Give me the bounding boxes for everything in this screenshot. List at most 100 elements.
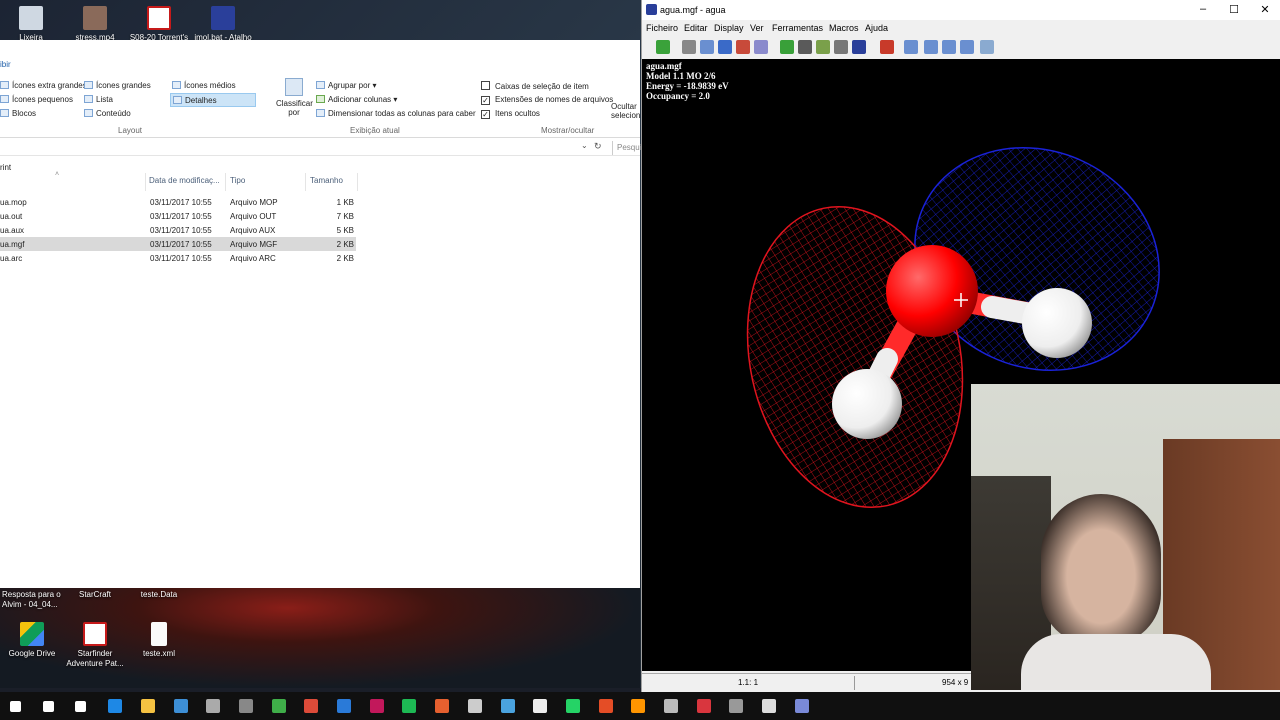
layout-option[interactable]: Ícones médios	[172, 81, 236, 90]
column-header-date[interactable]: Data de modificaç...	[149, 176, 220, 185]
refresh-icon[interactable]: ↻	[594, 141, 602, 152]
first-frame-icon[interactable]	[904, 40, 918, 54]
menu-display[interactable]: Display	[714, 23, 744, 33]
column-header-size[interactable]: Tamanho	[310, 176, 343, 185]
layout-option-selected[interactable]: Detalhes	[170, 93, 256, 107]
desktop-file-label[interactable]: StarCraft	[60, 590, 130, 600]
menu-ficheiro[interactable]: Ficheiro	[646, 23, 678, 33]
open-icon[interactable]	[656, 40, 670, 54]
item-checkbox-toggle[interactable]: Caixas de seleção de item	[481, 81, 589, 91]
app7-icon[interactable]	[664, 699, 678, 713]
script-icon[interactable]	[736, 40, 750, 54]
menu-macros[interactable]: Macros	[829, 23, 859, 33]
column-divider[interactable]	[305, 173, 306, 191]
menu-editar[interactable]: Editar	[684, 23, 708, 33]
chevron-down-icon[interactable]: ⌄	[581, 141, 588, 150]
app-icon[interactable]	[271, 699, 286, 713]
table-row[interactable]: ua.arc 03/11/2017 10:55 Arquivo ARC 2 KB	[0, 251, 356, 265]
app2-icon[interactable]	[337, 699, 351, 713]
layout-option[interactable]: Blocos	[0, 109, 36, 118]
select-icon[interactable]	[798, 40, 812, 54]
zoom-icon[interactable]	[834, 40, 848, 54]
chrome-icon[interactable]	[304, 699, 319, 713]
layout-option-label: Ícones grandes	[96, 81, 151, 90]
size-columns-button[interactable]: Dimensionar todas as colunas para caber	[316, 109, 476, 118]
close-icon[interactable]: ✕	[1258, 3, 1272, 16]
hide-selected-button[interactable]: Ocultar selecion	[611, 102, 641, 120]
table-row[interactable]: ua.aux 03/11/2017 10:55 Arquivo AUX 5 KB	[0, 223, 356, 237]
hidden-items-toggle[interactable]: ✓ Itens ocultos	[481, 109, 540, 119]
rewind-icon[interactable]	[980, 40, 994, 54]
mail-icon[interactable]	[533, 699, 548, 713]
app8-icon[interactable]	[696, 699, 711, 713]
game-icon[interactable]	[238, 699, 253, 713]
column-divider[interactable]	[145, 173, 146, 191]
xml-file-icon[interactable]: teste.xml	[124, 622, 194, 659]
layout-option[interactable]: Lista	[84, 95, 113, 104]
spotify-icon[interactable]	[402, 699, 417, 713]
edge-icon[interactable]	[108, 699, 123, 713]
column-header-type[interactable]: Tipo	[230, 176, 245, 185]
app6-icon[interactable]	[598, 699, 613, 713]
store-icon[interactable]	[173, 699, 188, 713]
desktop-file-label[interactable]: Resposta para o Alvim - 04_04...	[0, 590, 66, 610]
tools-icon[interactable]	[206, 699, 221, 713]
layout-option[interactable]: Ícones extra grandes	[0, 81, 87, 90]
minimize-icon[interactable]: –	[1196, 3, 1210, 15]
measure-icon[interactable]	[816, 40, 830, 54]
stop-icon[interactable]	[880, 40, 894, 54]
maximize-icon[interactable]: ☐	[1227, 3, 1241, 16]
windows-icon[interactable]	[10, 701, 21, 712]
print-icon[interactable]	[754, 40, 768, 54]
menu-ver[interactable]: Ver	[750, 23, 764, 33]
pdf-file-icon[interactable]: S08-20 Torrent's	[124, 6, 194, 43]
recycle-bin-icon[interactable]: Lixeira	[0, 6, 66, 43]
screenshot-icon[interactable]	[682, 40, 696, 54]
pick-icon[interactable]	[718, 40, 732, 54]
app5-icon[interactable]	[500, 699, 515, 713]
sort-by-button[interactable]: Classificar por	[276, 78, 313, 117]
tab-view[interactable]: ibir	[0, 60, 14, 74]
title-bar[interactable]: agua.mgf - agua – ☐ ✕	[642, 0, 1280, 20]
steam-icon[interactable]	[467, 699, 482, 713]
address-bar[interactable]: rint ⌄ ↻	[0, 140, 640, 156]
menu-ferramentas[interactable]: Ferramentas	[772, 23, 823, 33]
column-divider[interactable]	[357, 173, 358, 191]
pdf-file-icon[interactable]: Starfinder Adventure Pat...	[60, 622, 130, 669]
firefox-icon[interactable]	[631, 699, 646, 713]
column-divider[interactable]	[225, 173, 226, 191]
layout-option[interactable]: Conteúdo	[84, 109, 131, 118]
desktop-file-label[interactable]: teste.Data	[124, 590, 194, 600]
jmol-icon[interactable]	[794, 699, 809, 713]
extensions-toggle[interactable]: ✓ Extensões de nomes de arquivos	[481, 95, 613, 105]
menu-ajuda[interactable]: Ajuda	[865, 23, 888, 33]
layout-option[interactable]: Ícones grandes	[84, 81, 151, 90]
rotate-icon[interactable]	[700, 40, 714, 54]
file-name: ua.mop	[0, 198, 27, 207]
terminal-icon[interactable]	[762, 699, 777, 713]
google-drive-icon[interactable]: Google Drive	[0, 622, 67, 659]
table-row[interactable]: ua.mop 03/11/2017 10:55 Arquivo MOP 1 KB	[0, 195, 356, 209]
prev-frame-icon[interactable]	[924, 40, 938, 54]
molecule-icon[interactable]	[852, 40, 866, 54]
desktop-icon-label: Starfinder Adventure Pat...	[66, 649, 124, 668]
next-frame-icon[interactable]	[942, 40, 956, 54]
file-explorer-icon[interactable]	[140, 699, 155, 713]
app4-icon[interactable]	[435, 699, 450, 713]
person	[1041, 494, 1161, 644]
jmol-shortcut-icon[interactable]: jmol.bat - Atalho	[188, 6, 258, 43]
app9-icon[interactable]	[729, 699, 744, 713]
add-columns-button[interactable]: Adicionar colunas ▾	[316, 95, 397, 104]
layout-option[interactable]: Ícones pequenos	[0, 95, 73, 104]
search-icon[interactable]	[42, 701, 54, 712]
group-by-button[interactable]: Agrupar por ▾	[316, 81, 377, 90]
link-icon[interactable]	[780, 40, 794, 54]
video-file-icon[interactable]: stress.mp4	[60, 6, 130, 43]
last-frame-icon[interactable]	[960, 40, 974, 54]
whatsapp-icon[interactable]	[565, 699, 580, 713]
app3-icon[interactable]	[369, 699, 384, 713]
table-row[interactable]: ua.out 03/11/2017 10:55 Arquivo OUT 7 KB	[0, 209, 356, 223]
task-view-icon[interactable]	[75, 701, 87, 712]
search-input[interactable]: Pesqui	[612, 141, 641, 155]
table-row[interactable]: ua.mgf 03/11/2017 10:55 Arquivo MGF 2 KB	[0, 237, 356, 251]
